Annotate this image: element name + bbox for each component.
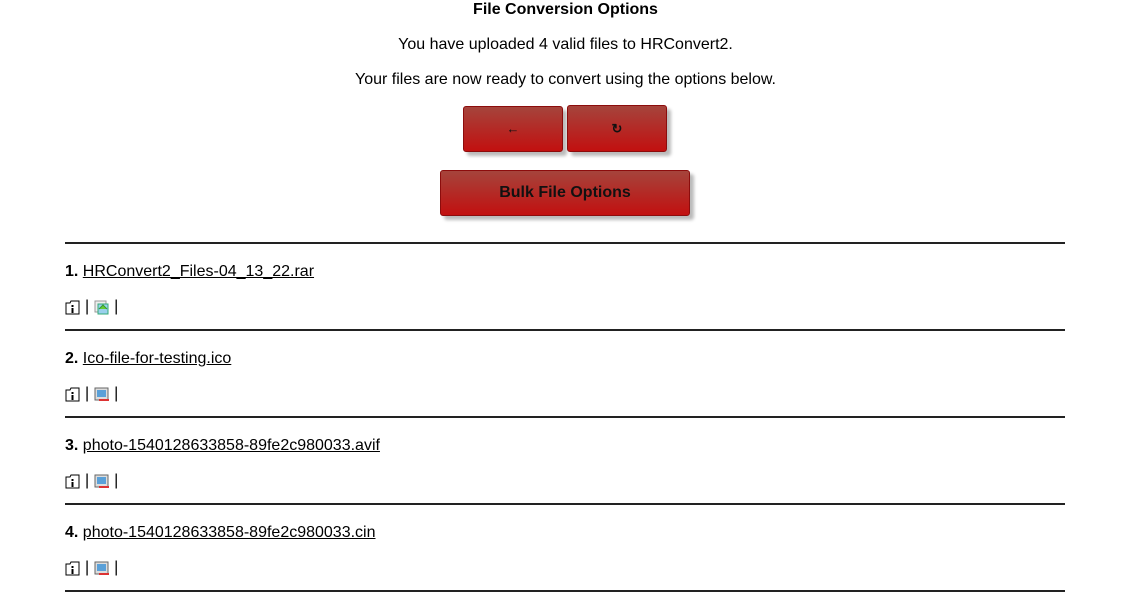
file-link[interactable]: HRConvert2_Files-04_13_22.rar	[83, 263, 314, 280]
ready-message: Your files are now ready to convert usin…	[355, 71, 776, 88]
file-item: 1. HRConvert2_Files-04_13_22.rar | |	[65, 244, 1065, 329]
separator: |	[114, 385, 119, 402]
file-number: 1.	[65, 263, 79, 280]
separator: |	[114, 559, 119, 576]
separator: |	[85, 385, 90, 402]
separator: |	[85, 559, 90, 576]
file-item: 2. Ico-file-for-testing.ico | |	[65, 331, 1065, 416]
info-icon[interactable]	[65, 561, 80, 576]
file-link[interactable]: photo-1540128633858-89fe2c980033.avif	[83, 437, 380, 454]
file-link[interactable]: photo-1540128633858-89fe2c980033.cin	[83, 524, 376, 541]
bulk-file-options-button[interactable]: Bulk File Options	[440, 170, 690, 216]
image-icon[interactable]	[94, 561, 110, 576]
info-icon[interactable]	[65, 300, 80, 315]
file-list: 1. HRConvert2_Files-04_13_22.rar | | 2. I…	[65, 242, 1065, 592]
page-title: File Conversion Options	[473, 1, 658, 18]
separator: |	[114, 298, 119, 315]
info-icon[interactable]	[65, 387, 80, 402]
separator: |	[85, 472, 90, 489]
file-number: 3.	[65, 437, 79, 454]
archive-icon[interactable]	[94, 300, 109, 315]
upload-message: You have uploaded 4 valid files to HRCon…	[398, 36, 733, 53]
file-link[interactable]: Ico-file-for-testing.ico	[83, 350, 232, 367]
refresh-button[interactable]: ↻	[567, 105, 667, 152]
file-item: 4. photo-1540128633858-89fe2c980033.cin …	[65, 505, 1065, 590]
file-number: 4.	[65, 524, 79, 541]
file-item: 3. photo-1540128633858-89fe2c980033.avif…	[65, 418, 1065, 503]
image-icon[interactable]	[94, 474, 110, 489]
divider	[65, 590, 1065, 592]
file-number: 2.	[65, 350, 79, 367]
separator: |	[85, 298, 90, 315]
back-button[interactable]: ←	[463, 106, 563, 152]
separator: |	[114, 472, 119, 489]
image-icon[interactable]	[94, 387, 110, 402]
info-icon[interactable]	[65, 474, 80, 489]
